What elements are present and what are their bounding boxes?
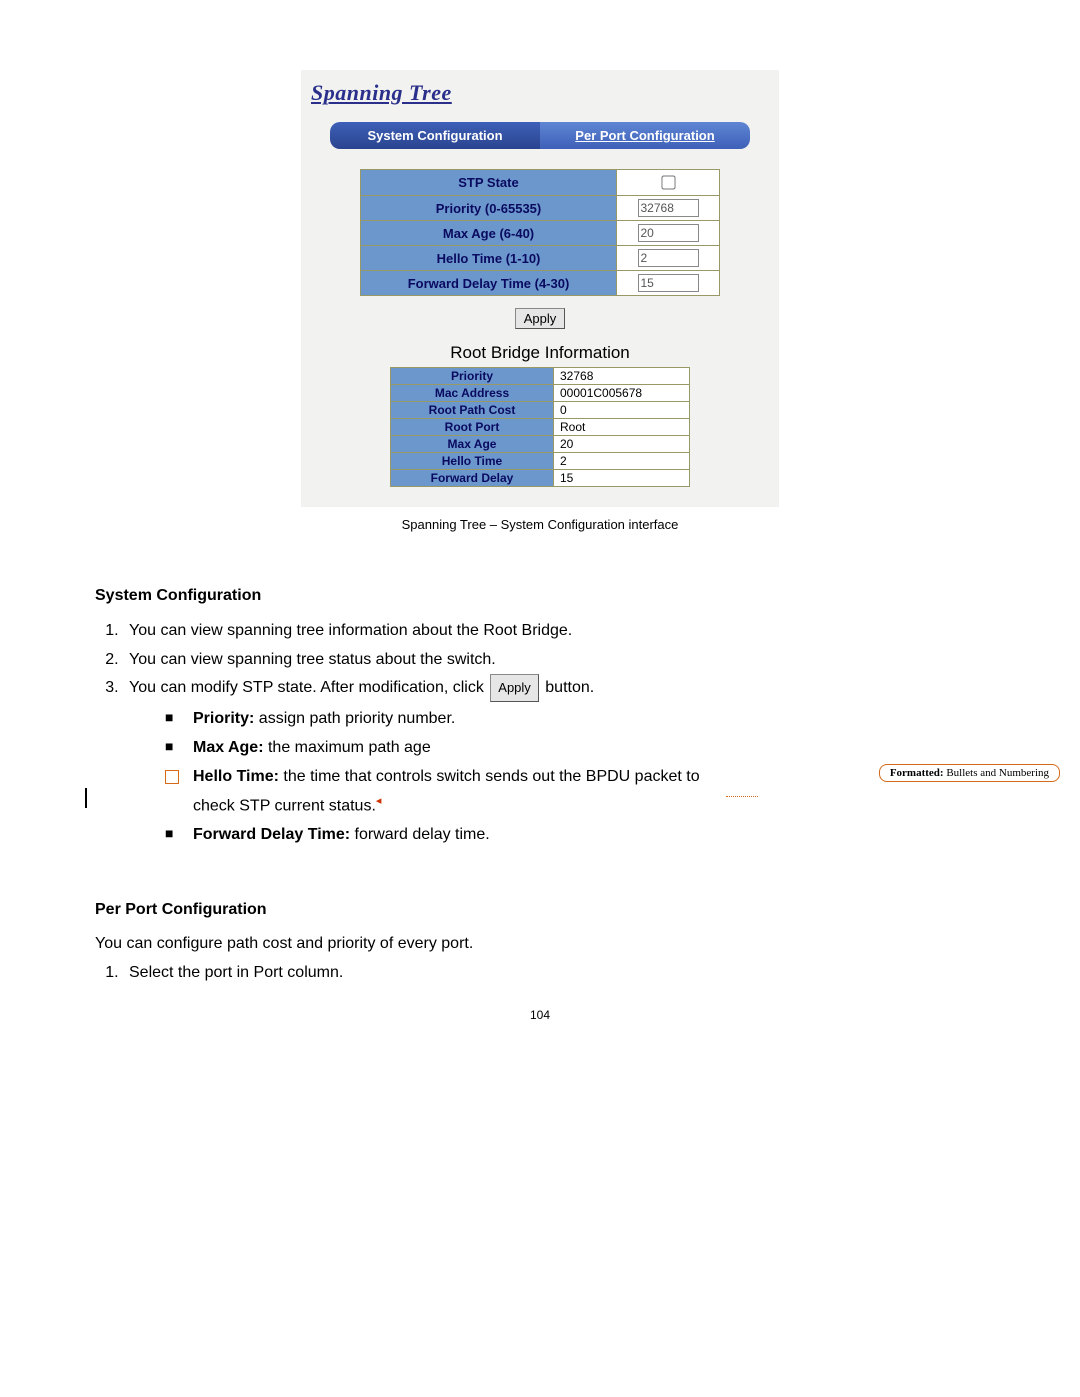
list-item: You can view spanning tree information a… (123, 617, 735, 646)
config-table: STP State Priority (0-65535) Max Age (6-… (360, 169, 720, 296)
list-item: Select the port in Port column. (123, 959, 735, 988)
body-text: System Configuration You can view spanni… (95, 582, 735, 988)
cfg-label: Max Age (6-40) (361, 221, 617, 246)
tab-system-configuration[interactable]: System Configuration (330, 122, 540, 149)
list-item: You can modify STP state. After modifica… (123, 674, 735, 849)
system-config-list: You can view spanning tree information a… (95, 617, 735, 850)
tab-row: System Configuration Per Port Configurat… (330, 122, 750, 149)
comment-balloon: Formatted: Bullets and Numbering (879, 764, 1060, 782)
comment-leader-line (726, 796, 758, 797)
page-number: 104 (95, 1008, 985, 1022)
list-item: Priority: assign path priority number. (165, 705, 735, 734)
priority-input[interactable] (638, 199, 699, 217)
cfg-label: Priority (0-65535) (361, 196, 617, 221)
system-configuration-heading: System Configuration (95, 582, 735, 611)
list-item: You can view spanning tree status about … (123, 646, 735, 675)
config-screenshot: Spanning Tree System Configuration Per P… (301, 70, 779, 507)
max-age-input[interactable] (638, 224, 699, 242)
cfg-label: Hello Time (1-10) (361, 246, 617, 271)
inline-apply-button: Apply (490, 674, 539, 701)
list-item: Max Age: the maximum path age (165, 734, 735, 763)
apply-button[interactable]: Apply (515, 308, 566, 329)
per-port-list: Select the port in Port column. (95, 959, 735, 988)
revision-mark (85, 788, 87, 808)
screenshot-title: Spanning Tree (311, 80, 511, 108)
list-item-tracked-change: Hello Time: the time that controls switc… (165, 763, 735, 821)
per-port-intro: You can configure path cost and priority… (95, 930, 735, 959)
stp-state-checkbox[interactable] (661, 175, 675, 189)
bullet-list: Priority: assign path priority number. M… (165, 705, 735, 849)
list-item: Forward Delay Time: forward delay time. (165, 821, 735, 850)
hello-time-input[interactable] (638, 249, 699, 267)
root-bridge-heading: Root Bridge Information (309, 343, 771, 363)
change-anchor-icon: ◂ (376, 795, 382, 807)
cfg-label: Forward Delay Time (4-30) (361, 271, 617, 296)
tab-per-port-configuration[interactable]: Per Port Configuration (540, 122, 750, 149)
per-port-configuration-heading: Per Port Configuration (95, 896, 735, 925)
forward-delay-input[interactable] (638, 274, 699, 292)
root-bridge-table: Priority32768 Mac Address00001C005678 Ro… (390, 367, 690, 487)
figure-caption: Spanning Tree – System Configuration int… (95, 517, 985, 532)
cfg-label: STP State (361, 170, 617, 196)
